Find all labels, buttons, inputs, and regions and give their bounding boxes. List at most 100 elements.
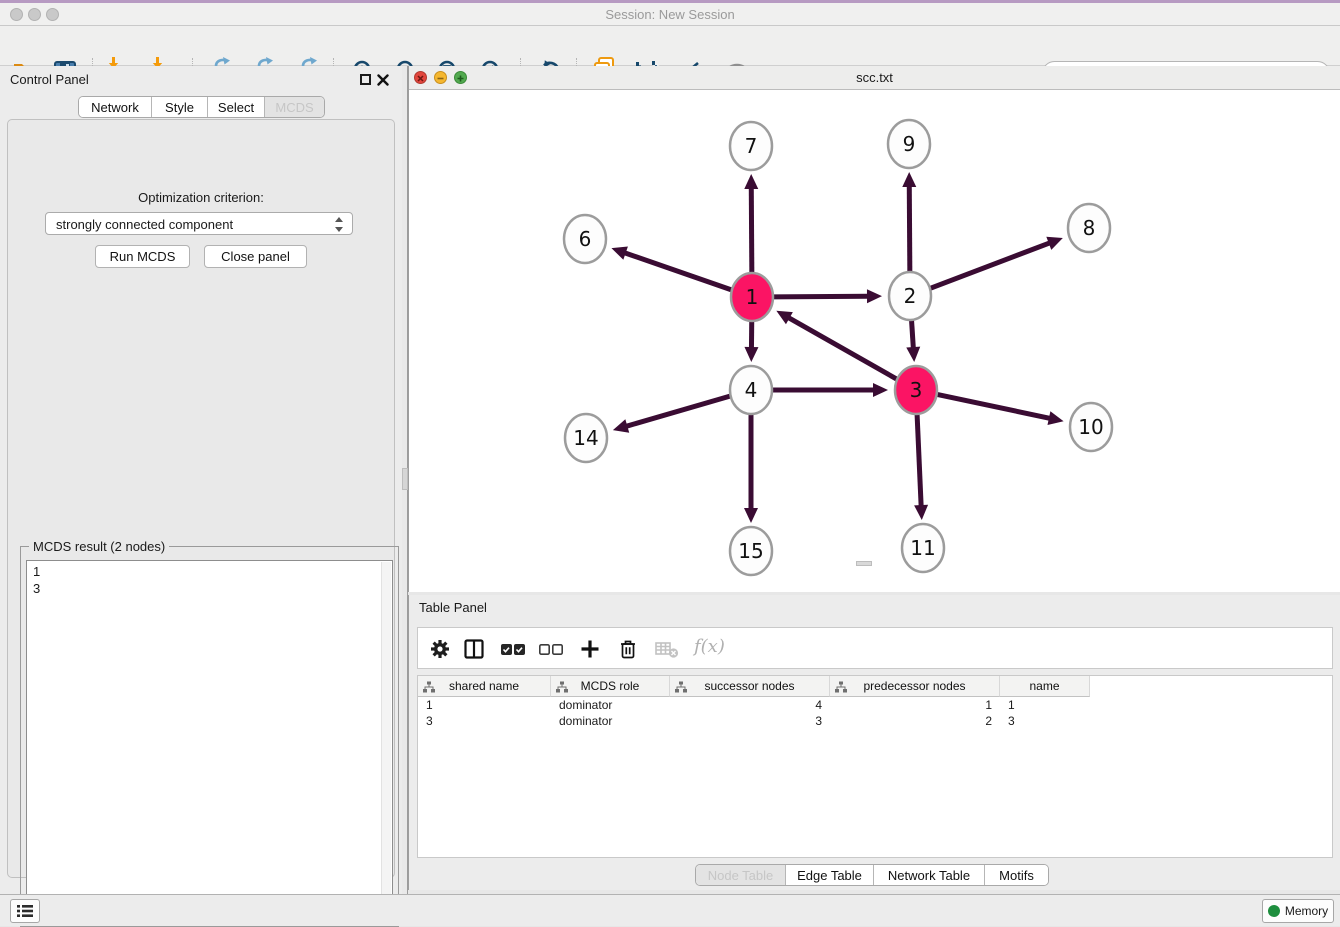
edge-1-6[interactable]	[624, 252, 732, 290]
mcds-result-text[interactable]: 1 3	[26, 560, 393, 920]
function-builder-icon: f(x)	[694, 636, 725, 657]
edge-arrowhead	[914, 505, 928, 520]
cell-shared-name: 1	[418, 697, 551, 713]
node-label-2: 2	[904, 284, 917, 308]
tab-style[interactable]: Style	[152, 97, 208, 117]
edge-arrowhead	[744, 347, 758, 362]
mcds-tab-content: Optimization criterion: strongly connect…	[7, 119, 395, 878]
edge-1-2[interactable]	[773, 296, 869, 297]
network-view-window: scc.txt 7968124314101511	[408, 66, 1340, 592]
edge-3-11[interactable]	[917, 411, 921, 507]
table-row[interactable]: 1dominator411	[418, 697, 1332, 713]
task-history-button[interactable]	[10, 899, 40, 923]
column-header-successor-nodes[interactable]: successor nodes	[670, 676, 830, 697]
optimization-criterion-dropdown[interactable]: strongly connected component	[45, 212, 353, 235]
edge-arrowhead	[906, 347, 920, 362]
run-mcds-button[interactable]: Run MCDS	[95, 245, 190, 268]
horizontal-splitter-handle[interactable]	[856, 561, 872, 566]
add-column-icon[interactable]	[579, 638, 601, 660]
cell-successor-nodes: 3	[670, 713, 830, 729]
window-title: Session: New Session	[0, 7, 1340, 22]
edge-arrowhead	[613, 419, 629, 432]
table-tabs: Node TableEdge TableNetwork TableMotifs	[695, 864, 1049, 886]
edge-2-3[interactable]	[911, 317, 913, 349]
cell-shared-name: 3	[418, 713, 551, 729]
column-type-icon	[423, 681, 435, 693]
node-label-7: 7	[745, 134, 758, 158]
column-header-predecessor-nodes[interactable]: predecessor nodes	[830, 676, 1000, 697]
node-label-10: 10	[1078, 415, 1103, 439]
main-toolbar	[0, 26, 1340, 66]
status-bar: Memory	[0, 894, 1340, 926]
node-label-3: 3	[910, 378, 923, 402]
select-all-columns-icon[interactable]	[500, 638, 526, 660]
cell-predecessor-nodes: 1	[830, 697, 1000, 713]
cell-name: 3	[1000, 713, 1090, 729]
edge-arrowhead	[744, 174, 758, 189]
node-label-15: 15	[738, 539, 763, 563]
column-header-MCDS-role[interactable]: MCDS role	[551, 676, 670, 697]
optimization-criterion-label: Optimization criterion:	[8, 190, 394, 205]
float-panel-icon[interactable]	[360, 74, 371, 85]
cell-successor-nodes: 4	[670, 697, 830, 713]
node-label-9: 9	[903, 132, 916, 156]
tab-edge-table[interactable]: Edge Table	[786, 865, 874, 885]
column-header-name[interactable]: name	[1000, 676, 1090, 697]
column-type-icon	[556, 681, 568, 693]
edge-arrowhead	[611, 246, 627, 259]
application-window: Session: New Session	[0, 0, 1340, 926]
table-header-row: shared nameMCDS rolesuccessor nodesprede…	[418, 676, 1090, 697]
dropdown-selected-value: strongly connected component	[56, 217, 233, 232]
unselect-all-columns-icon[interactable]	[538, 638, 564, 660]
table-row[interactable]: 3dominator323	[418, 713, 1332, 729]
mcds-result-title: MCDS result (2 nodes)	[29, 539, 169, 554]
memory-button[interactable]: Memory	[1262, 899, 1334, 923]
column-header-shared-name[interactable]: shared name	[418, 676, 551, 697]
edge-arrowhead	[873, 383, 888, 397]
mcds-result-group: MCDS result (2 nodes) 1 3	[20, 546, 399, 927]
node-label-11: 11	[910, 536, 935, 560]
delete-table-icon	[654, 638, 680, 660]
table-toolbar: f(x)	[417, 627, 1333, 669]
close-panel-icon[interactable]	[377, 74, 389, 86]
edge-arrowhead	[744, 508, 758, 523]
delete-column-icon[interactable]	[617, 638, 639, 660]
tab-node-table[interactable]: Node Table	[696, 865, 786, 885]
table-panel-title: Table Panel	[419, 600, 487, 615]
memory-label: Memory	[1285, 904, 1328, 918]
network-canvas[interactable]: 7968124314101511	[409, 90, 1340, 592]
edge-2-9[interactable]	[909, 185, 910, 275]
column-layout-icon[interactable]	[463, 638, 485, 660]
tab-select[interactable]: Select	[208, 97, 265, 117]
cell-MCDS-role: dominator	[551, 697, 670, 713]
cell-predecessor-nodes: 2	[830, 713, 1000, 729]
close-panel-button[interactable]: Close panel	[204, 245, 307, 268]
mcds-result-lines: 1 3	[33, 564, 40, 596]
node-label-4: 4	[745, 378, 758, 402]
tab-network[interactable]: Network	[79, 97, 152, 117]
edge-2-8[interactable]	[930, 243, 1051, 289]
table-body: 1dominator4113dominator323	[418, 697, 1332, 729]
edge-1-7[interactable]	[751, 187, 752, 276]
network-window-titlebar: scc.txt	[409, 66, 1340, 90]
settings-gear-icon[interactable]	[429, 638, 451, 660]
column-type-icon	[835, 681, 847, 693]
edge-3-10[interactable]	[937, 394, 1051, 418]
node-label-8: 8	[1083, 216, 1096, 240]
edge-arrowhead	[867, 289, 882, 303]
node-label-14: 14	[573, 426, 598, 450]
node-label-6: 6	[579, 227, 592, 251]
list-icon	[16, 904, 34, 918]
edge-4-14[interactable]	[625, 396, 730, 427]
tab-network-table[interactable]: Network Table	[874, 865, 985, 885]
edge-3-1[interactable]	[788, 317, 898, 379]
tab-motifs[interactable]: Motifs	[985, 865, 1048, 885]
result-scrollbar[interactable]	[381, 562, 391, 920]
control-panel: Control Panel NetworkStyleSelectMCDS Opt…	[0, 66, 402, 894]
edge-arrowhead	[1047, 411, 1063, 425]
node-table: shared nameMCDS rolesuccessor nodesprede…	[417, 675, 1333, 858]
control-panel-tabs: NetworkStyleSelectMCDS	[78, 96, 325, 118]
column-type-icon	[675, 681, 687, 693]
tab-mcds[interactable]: MCDS	[265, 97, 324, 117]
network-graph[interactable]: 7968124314101511	[409, 90, 1340, 592]
